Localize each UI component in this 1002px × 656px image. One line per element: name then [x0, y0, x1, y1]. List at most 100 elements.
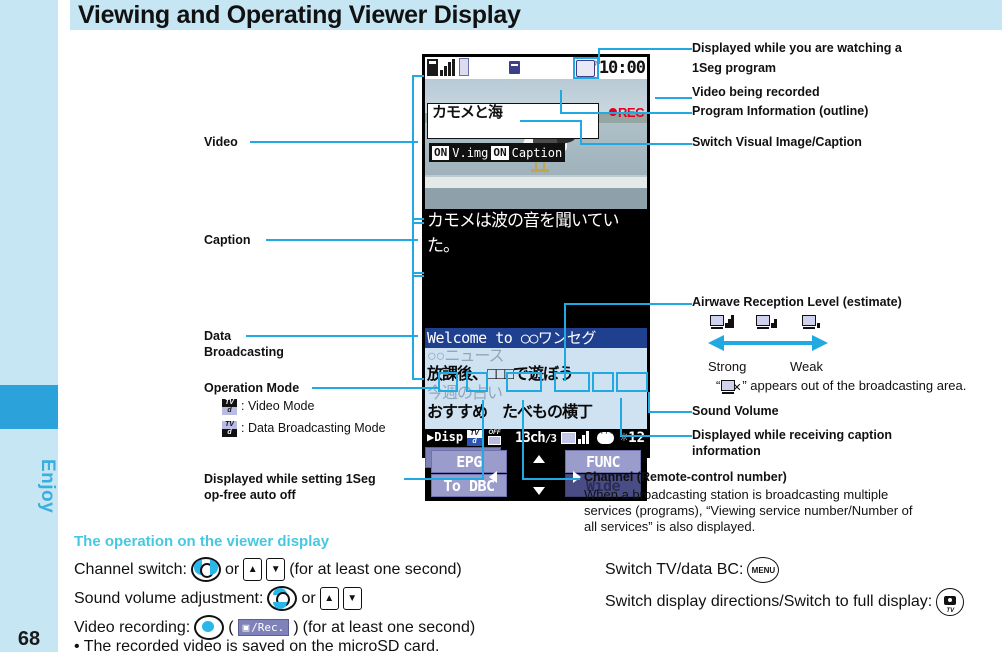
op-free-auto-off-icon: OFF [487, 430, 502, 446]
annotation-channel-title: Channel (Remote-control number) [584, 470, 787, 484]
annotation-sound-volume: Sound Volume [692, 404, 779, 418]
operation-record: Video recording: ( ▣/Rec. ) (for at leas… [74, 615, 475, 640]
reception-weak-label: Weak [790, 359, 823, 374]
annotation-caption: Caption [204, 233, 251, 247]
annotation-recording: Video being recorded [692, 85, 820, 99]
side-tab-active-block [0, 385, 58, 429]
operation-switch-tv: Switch TV/data BC: MENU [605, 557, 780, 583]
operation-channel-switch: Channel switch: or ▲ ▼ (for at least one… [74, 557, 462, 582]
leader-watching-h2 [598, 48, 672, 50]
dbc-row[interactable]: ○○ニュース [427, 348, 505, 365]
caption-label: Caption [511, 145, 563, 160]
reception-strong-label: Strong [708, 359, 747, 374]
camera-glyph: ▣ [242, 621, 250, 634]
key-center-icon[interactable] [194, 615, 225, 640]
lock-icon [509, 60, 520, 74]
leader-recording [655, 97, 692, 99]
leader-reception [670, 303, 692, 305]
memory-icon [459, 58, 469, 76]
nav-up-icon[interactable] [533, 455, 545, 463]
leader-prog-info-v [560, 90, 562, 114]
leader-sound-volume [670, 411, 692, 413]
clock: 10:00 [598, 58, 646, 78]
annotation-channel-note-3: all services” is also displayed. [584, 519, 756, 534]
mode-icon-data: TV d [222, 421, 237, 437]
channel-switch-or: or [224, 560, 240, 578]
channel-switch-suffix: (for at least one second) [289, 560, 462, 578]
leader-prog-info [560, 112, 692, 114]
foreground [425, 188, 647, 209]
out-of-area-text: ” appears out of the broadcasting area. [742, 378, 967, 393]
caption-receiving-icon [597, 427, 614, 444]
operation-switch-display: Switch display directions/Switch to full… [605, 588, 965, 616]
annotation-op-free-1: Displayed while setting 1Seg [204, 472, 376, 486]
annotation-watching-2: 1Seg program [692, 61, 777, 75]
leader-caption [266, 239, 418, 241]
disp-label: ▶Disp [427, 430, 464, 444]
key-down-icon[interactable]: ▼ [266, 558, 286, 581]
highlight-volume [616, 372, 648, 392]
nav-right-icon[interactable] [573, 471, 581, 483]
key-up-icon[interactable]: ▲ [319, 587, 339, 610]
record-suffix: (for at least one second) [302, 618, 476, 636]
operation-mode-icon: TV d [467, 430, 482, 446]
annotation-switch-visual: Switch Visual Image/Caption [692, 135, 862, 149]
visual-image-caption-toggle[interactable]: ON V.img ON Caption [429, 143, 566, 162]
reception-arrow-right [812, 335, 828, 351]
status-icon-group [427, 58, 520, 76]
caption-blank-area [425, 275, 647, 328]
key-menu-icon[interactable]: MENU [747, 557, 780, 583]
phone-viewer-display: 10:00 カモメと海 REC ON V.img ON Caption カモメは… [422, 54, 650, 501]
highlight-op-free [466, 372, 488, 392]
key-up-down-icon[interactable] [267, 586, 298, 611]
reception-legend-icons [710, 313, 822, 329]
program-title: カモメと海 [432, 104, 503, 121]
highlight-reception [554, 372, 590, 392]
dbc-row[interactable]: おすすめ たべもの横丁 [427, 404, 593, 421]
switch-tv-label: Switch TV/data BC: [605, 561, 744, 578]
annotation-channel-note-1: When a broadcasting station is broadcast… [584, 487, 889, 502]
key-tv-camera-icon[interactable]: TV [936, 588, 965, 616]
volume-or: or [301, 589, 316, 607]
key-camera-rec-icon[interactable]: ▣/Rec. [237, 619, 290, 636]
legend-video-mode-label: : Video Mode [241, 399, 315, 413]
mode-d-label: d [467, 438, 482, 446]
legend-data-mode: TV d : Data Broadcasting Mode [222, 420, 386, 437]
out-of-area-quote-open: “ [716, 378, 721, 393]
out-of-area-note: “ ✕ ” appears out of the broadcasting ar… [716, 378, 966, 394]
annotation-caption-recv-1: Displayed while receiving caption [692, 428, 893, 442]
paren-close: ) [293, 618, 299, 636]
switch-display-label: Switch display directions/Switch to full… [605, 593, 933, 610]
operation-note: • The recorded video is saved on the mic… [74, 638, 440, 655]
key-down-icon[interactable]: ▼ [342, 587, 362, 610]
reception-level-icon [561, 431, 591, 445]
leader-reception-v [564, 303, 566, 381]
reception-medium-icon [756, 313, 777, 329]
nav-left-icon[interactable] [489, 471, 497, 483]
record-label: Video recording: [74, 618, 191, 636]
leader-channel [522, 478, 580, 480]
1seg-watching-highlight [573, 57, 599, 79]
sound-volume-indicator: ☼12 [619, 430, 645, 446]
softkey-epg[interactable]: EPG [431, 450, 507, 473]
key-left-right-icon[interactable] [190, 557, 221, 582]
nav-down-icon[interactable] [533, 487, 545, 495]
mode-tv-label: TV [467, 430, 482, 438]
leader-switch-visual-v [580, 120, 582, 145]
key-up-icon[interactable]: ▲ [243, 558, 263, 581]
annotation-prog-info: Program Information (outline) [692, 104, 869, 118]
battery-icon [427, 58, 438, 76]
phone-bottom-status-bar: ▶Disp TV d OFF 13ch/3 ☼12 [425, 427, 647, 447]
highlight-channel [506, 372, 542, 392]
vimg-state: ON [432, 145, 450, 160]
leader-watching [670, 48, 692, 50]
leader-reception-h [564, 303, 672, 305]
bracket-caption [412, 218, 424, 277]
leader-switch-visual [580, 143, 692, 145]
annotation-reception: Airwave Reception Level (estimate) [692, 295, 902, 309]
annotation-data-broadcasting-2: Broadcasting [204, 345, 284, 359]
leader-operation-mode [312, 387, 440, 389]
operation-volume: Sound volume adjustment: or ▲ ▼ [74, 586, 362, 611]
dbc-header: Welcome to ○○ワンセグ [425, 328, 647, 348]
vimg-label: V.img [452, 145, 489, 160]
